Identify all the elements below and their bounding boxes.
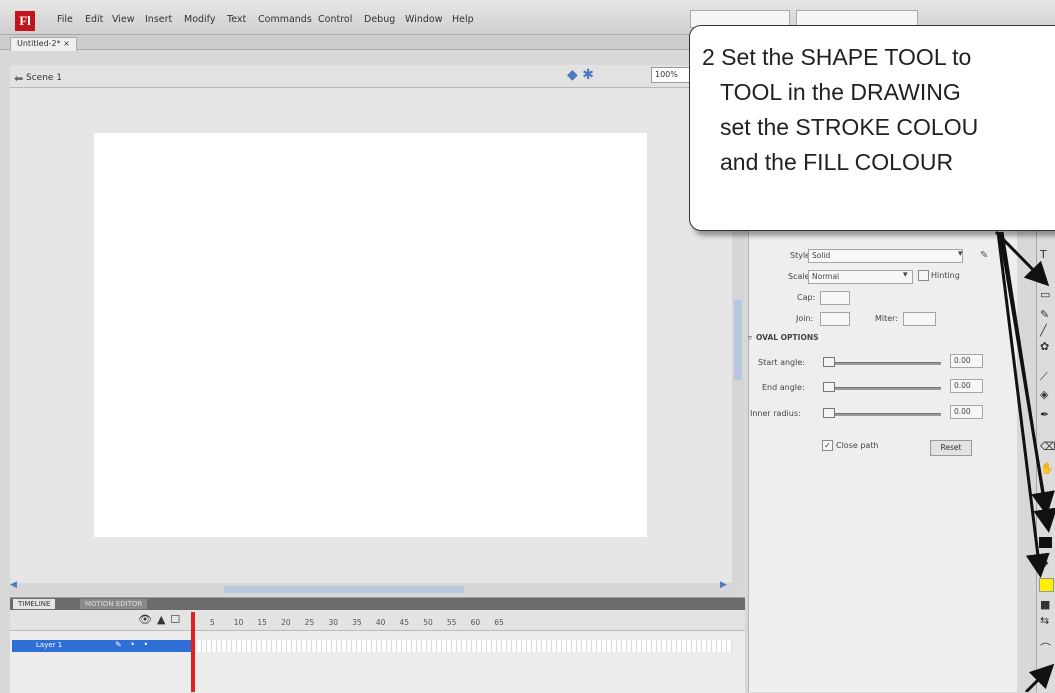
stroke-color-swatch[interactable] [1039,537,1052,548]
bone-tool-icon[interactable]: ⟋ [1040,370,1048,384]
frame-number: 35 [352,618,362,627]
frame-number: 20 [281,618,291,627]
start-angle-slider[interactable] [823,362,941,365]
edit-symbols-icon[interactable]: ◆ ✱ [567,67,594,83]
inner-radius-label: Inner radius: [750,409,801,418]
document-tab[interactable]: Untitled-2* × [10,37,77,51]
menu-window[interactable]: Window [405,14,442,25]
oval-tool-icon[interactable]: ▭ [1040,288,1050,301]
menu-commands[interactable]: Commands [258,14,312,25]
fill-color-icon[interactable]: ◆ [1040,556,1048,569]
scene-icon: ⬅ [14,72,24,85]
join-label: Join: [796,314,814,323]
layer-controls-icon[interactable]: ✎ • • [115,640,151,649]
frame-number: 5 [210,618,215,627]
document-tab-bar [0,35,740,50]
line-tool-icon[interactable]: ╲ [1040,268,1047,281]
layer-visibility-icons[interactable]: 👁▲☐ [138,613,185,626]
instruction-callout: 2 Set the SHAPE TOOL to TOOL in the DRAW… [689,25,1055,231]
menu-control[interactable]: Control [318,14,352,25]
tab-motion-editor[interactable]: MOTION EDITOR [80,599,148,609]
frame-number: 25 [304,618,315,627]
scroll-right-icon[interactable]: ▶ [720,580,727,590]
hand-tool-icon[interactable]: ✋ [1040,462,1054,475]
black-white-icon[interactable]: ■ [1040,598,1050,611]
scene-label: Scene 1 [26,73,63,83]
text-tool-icon[interactable]: T [1040,248,1047,261]
menu-file[interactable]: File [57,14,73,25]
end-angle-slider-thumb[interactable] [823,382,835,392]
menu-help[interactable]: Help [452,14,474,25]
start-angle-label: Start angle: [758,358,805,367]
start-angle-slider-thumb[interactable] [823,357,835,367]
frame-number: 45 [399,618,410,627]
frame-number: 60 [470,618,481,627]
oval-options-title: OVAL OPTIONS [756,333,819,342]
menu-insert[interactable]: Insert [145,14,172,25]
menu-debug[interactable]: Debug [364,14,395,25]
end-angle-input[interactable]: 0.00 [950,379,983,393]
tab-timeline[interactable]: TIMELINE [13,599,56,609]
options-icon[interactable]: ≡ [1040,668,1049,681]
inner-radius-slider[interactable] [823,413,941,416]
frame-number: 55 [446,618,457,627]
frame-ruler: 5 10 15 20 25 30 35 40 45 50 55 60 65 [210,618,518,627]
hinting-label: Hinting [931,271,960,280]
frame-number: 50 [423,618,433,627]
miter-input[interactable] [903,312,936,326]
eyedropper-icon[interactable]: ✒ [1040,408,1049,421]
playhead[interactable] [191,612,195,692]
collapse-icon[interactable]: ▿ [748,333,752,342]
frame-number: 40 [375,618,386,627]
cap-select[interactable] [820,291,850,305]
deco-tool-icon[interactable]: ✿ [1040,340,1049,353]
callout-line-2: TOOL in the DRAWING [720,79,961,105]
paint-bucket-icon[interactable]: ◈ [1040,388,1048,401]
close-path-checkbox[interactable]: ✓ [822,440,833,451]
menu-edit[interactable]: Edit [85,14,103,25]
stroke-style-select[interactable]: Solid [808,249,963,263]
close-path-label: Close path [836,441,879,450]
miter-label: Miter: [875,314,899,323]
vertical-scroll-thumb[interactable] [734,300,742,380]
app-logo: Fl [15,11,35,31]
frame-number: 15 [257,618,267,627]
stroke-color-icon[interactable]: ✏ [1040,512,1049,525]
callout-line-1: 2 Set the SHAPE TOOL to [702,44,972,70]
end-angle-slider[interactable] [823,387,941,390]
menu-modify[interactable]: Modify [184,14,215,25]
cap-label: Cap: [797,293,816,302]
scroll-left-icon[interactable]: ◀ [10,580,17,590]
chevron-down-icon[interactable]: ▾ [958,249,963,259]
callout-line-4: and the FILL COLOUR [720,149,954,175]
horizontal-scroll-thumb[interactable] [224,586,464,593]
menu-view[interactable]: View [112,14,135,25]
pencil-icon[interactable]: ✎ [980,250,988,261]
inner-radius-input[interactable]: 0.00 [950,405,983,419]
eraser-icon[interactable]: ⌫ [1040,440,1055,453]
end-angle-label: End angle: [762,383,805,392]
frames-row[interactable] [197,640,732,652]
hinting-checkbox[interactable] [918,270,929,281]
layer-name[interactable]: Layer 1 [36,641,62,649]
stage[interactable] [94,133,647,537]
brush-tool-icon[interactable]: ╱ [1040,324,1047,337]
frame-number: 30 [328,618,338,627]
edit-bar [10,65,735,88]
inner-radius-slider-thumb[interactable] [823,408,835,418]
reset-button[interactable]: Reset [930,440,972,456]
frame-number: 10 [233,618,244,627]
fill-color-swatch[interactable] [1039,578,1054,592]
join-select[interactable] [820,312,850,326]
frame-number: 65 [494,618,504,627]
swap-colors-icon[interactable]: ⇆ [1040,614,1049,627]
chevron-down-icon[interactable]: ▾ [903,270,908,280]
pencil-tool-icon[interactable]: ✎ [1040,308,1049,321]
start-angle-input[interactable]: 0.00 [950,354,983,368]
snap-icon[interactable]: ⌒ [1040,640,1051,656]
menu-text[interactable]: Text [227,14,246,25]
scale-select[interactable]: Normal [808,270,913,284]
callout-line-3: set the STROKE COLOU [720,114,979,140]
